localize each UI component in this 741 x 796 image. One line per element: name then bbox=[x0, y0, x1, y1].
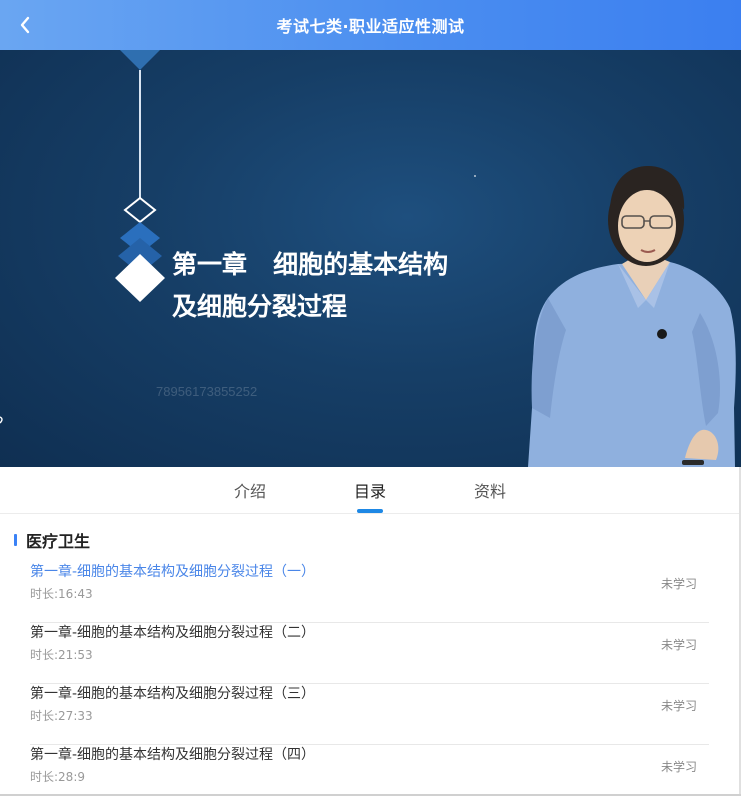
active-tab-indicator bbox=[357, 509, 383, 513]
tab-materials[interactable]: 资料 bbox=[455, 467, 525, 513]
lesson-duration: 时长:27:33 bbox=[30, 709, 93, 723]
diamond-white bbox=[115, 254, 165, 302]
lesson-status: 未学习 bbox=[660, 760, 697, 774]
tab-intro[interactable]: 介绍 bbox=[215, 467, 285, 513]
slide-title: 第一章 细胞的基本结构 及细胞分裂过程 bbox=[172, 250, 449, 321]
lesson-duration: 时长:21:53 bbox=[30, 648, 93, 662]
lesson-title: 第一章-细胞的基本结构及细胞分裂过程（四） bbox=[30, 747, 316, 763]
lesson-item[interactable]: 第一章-细胞的基本结构及细胞分裂过程（二） 时长:21:53 未学习 bbox=[30, 623, 709, 684]
lesson-duration: 时长:16:43 bbox=[30, 587, 93, 601]
tab-catalog[interactable]: 目录 bbox=[335, 467, 405, 513]
section-accent-bar bbox=[14, 534, 17, 546]
edge-mark bbox=[0, 416, 3, 424]
lesson-item[interactable]: 第一章-细胞的基本结构及细胞分裂过程（四） 时长:28:9 未学习 bbox=[30, 745, 709, 796]
app-header: 考试七类·职业适应性测试 bbox=[0, 0, 741, 50]
lesson-item[interactable]: 第一章-细胞的基本结构及细胞分裂过程（一） 时长:16:43 未学习 bbox=[30, 562, 709, 623]
lesson-title: 第一章-细胞的基本结构及细胞分裂过程（一） bbox=[30, 564, 316, 580]
top-triangle bbox=[120, 50, 160, 70]
presenter-figure bbox=[528, 166, 736, 467]
lesson-item[interactable]: 第一章-细胞的基本结构及细胞分裂过程（三） 时长:27:33 未学习 bbox=[30, 684, 709, 745]
speck bbox=[474, 175, 476, 177]
chevron-left-icon bbox=[20, 16, 30, 34]
lesson-title: 第一章-细胞的基本结构及细胞分裂过程（二） bbox=[30, 625, 316, 641]
section-title: 医疗卫生 bbox=[26, 532, 91, 551]
diamond-outline bbox=[123, 196, 157, 224]
lesson-title: 第一章-细胞的基本结构及细胞分裂过程（三） bbox=[30, 686, 316, 702]
video-watermark: 78956173855252 bbox=[156, 384, 258, 399]
page-title: 考试七类·职业适应性测试 bbox=[276, 17, 465, 36]
tab-bar: 介绍 目录 资料 bbox=[0, 467, 741, 514]
lesson-status: 未学习 bbox=[660, 638, 697, 652]
lesson-duration: 时长:28:9 bbox=[30, 770, 85, 784]
section-header: 医疗卫生 bbox=[14, 528, 90, 552]
video-player[interactable]: 第一章 细胞的基本结构 及细胞分裂过程 78956173855252 bbox=[0, 50, 741, 467]
lesson-status: 未学习 bbox=[660, 577, 697, 591]
back-button[interactable] bbox=[10, 10, 40, 40]
lesson-status: 未学习 bbox=[660, 699, 697, 713]
